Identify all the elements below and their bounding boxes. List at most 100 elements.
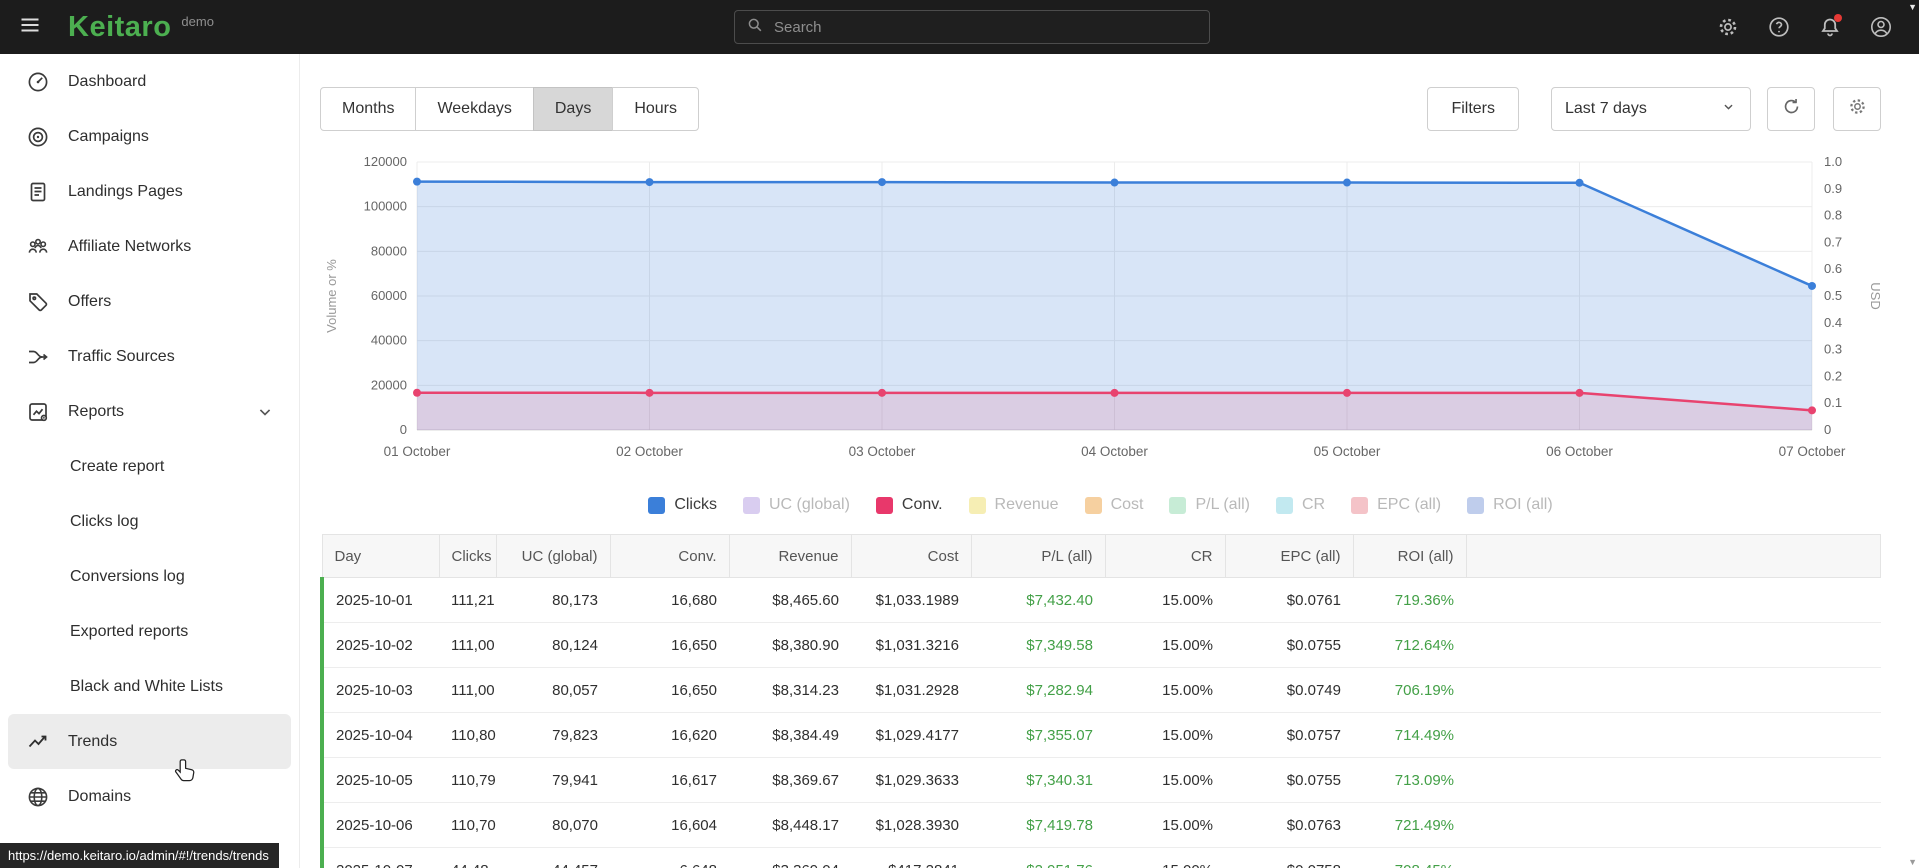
legend-item-conv[interactable]: Conv. [875,496,943,514]
sidebar-item-black-and-white-lists[interactable]: Black and White Lists [0,659,299,714]
help-icon [1767,15,1791,39]
cell-p-l-all: $7,355.07 [971,712,1105,758]
sidebar-item-label: Exported reports [70,622,189,640]
column-header-p-l-all[interactable]: P/L (all) [970,534,1106,578]
legend-item-cr[interactable]: CR [1276,496,1325,514]
cell-clicks: 110,80 [439,712,496,758]
sidebar-item-create-report[interactable]: Create report [0,439,299,494]
tab-days[interactable]: Days [532,87,614,131]
menu-toggle-button[interactable] [0,0,60,54]
cell-clicks: 44,48 [439,847,496,868]
column-header-cost[interactable]: Cost [850,534,972,578]
people-icon [26,235,50,259]
cell-clicks: 111,00 [439,622,496,668]
table-header-row: Day Clicks UC (global) Conv. Revenue Cost P/L … [321,534,1881,578]
settings-gear-button[interactable] [1716,15,1740,39]
cell-epc-all: $0.0763 [1225,802,1353,848]
cell-conv: 16,604 [610,802,729,848]
cell-cr: 15.00% [1105,757,1225,803]
svg-text:07 October: 07 October [1779,444,1846,459]
search-input[interactable] [774,18,1199,36]
sidebar: Dashboard Campaigns Landings Pages Affiliat… [0,54,300,868]
table-row: 2025-10-05 110,79 79,941 16,617 $8,369.67 $1,… [320,757,1881,803]
notification-dot [1834,14,1842,22]
chevron-down-icon [255,402,275,422]
search-icon [745,15,765,40]
cell-p-l-all: $7,349.58 [971,622,1105,668]
main-content: Months Weekdays Days Hours Filters Last 7 d… [301,54,1919,868]
cell-p-l-all: $7,282.94 [971,667,1105,713]
sidebar-item-exported-reports[interactable]: Exported reports [0,604,299,659]
status-url-tooltip: https://demo.keitaro.io/admin/#!/trends/… [0,843,279,868]
sidebar-item-label: Offers [68,292,112,310]
refresh-button[interactable] [1767,87,1815,131]
legend-item-roi-all[interactable]: ROI (all) [1467,496,1553,514]
table-row: 2025-10-06 110,70 80,070 16,604 $8,448.17 $1,… [320,802,1881,848]
column-header-roi-all[interactable]: ROI (all) [1352,534,1467,578]
cell-revenue: $3,369.04 [729,847,851,868]
svg-text:0.7: 0.7 [1824,234,1842,249]
column-header-revenue[interactable]: Revenue [728,534,852,578]
sidebar-item-domains[interactable]: Domains [0,769,299,824]
legend-item-epc-all[interactable]: EPC (all) [1351,496,1441,514]
table-row: 2025-10-02 111,00 80,124 16,650 $8,380.90 $1,… [320,622,1881,668]
sidebar-item-dashboard[interactable]: Dashboard [0,54,299,109]
legend-item-uc-global[interactable]: UC (global) [742,496,850,514]
legend-label: Revenue [994,496,1059,513]
svg-text:USD: USD [1868,282,1881,309]
legend-item-clicks[interactable]: Clicks [648,496,717,514]
sidebar-item-affiliate-networks[interactable]: Affiliate Networks [0,219,299,274]
help-button[interactable] [1767,15,1791,39]
tab-weekdays[interactable]: Weekdays [415,87,534,131]
scrollbar-down-arrow[interactable]: ▼ [1908,857,1917,867]
cell-cr: 15.00% [1105,667,1225,713]
svg-text:04 October: 04 October [1081,444,1148,459]
cell-uc-global: 79,823 [496,712,610,758]
sidebar-item-label: Clicks log [70,512,139,530]
sidebar-item-traffic-sources[interactable]: Traffic Sources [0,329,299,384]
legend-label: UC (global) [768,496,850,513]
legend-item-cost[interactable]: Cost [1084,496,1143,514]
svg-text:100000: 100000 [364,199,407,214]
cell-roi-all: 706.19% [1353,667,1466,713]
cell-revenue: $8,380.90 [729,622,851,668]
column-header-conv[interactable]: Conv. [609,534,730,578]
sidebar-item-conversions-log[interactable]: Conversions log [0,549,299,604]
view-granularity-tabs: Months Weekdays Days Hours [320,87,700,131]
sidebar-item-offers[interactable]: Offers [0,274,299,329]
date-range-value: Last 7 days [1565,100,1647,117]
sidebar-item-reports[interactable]: Reports [0,384,299,439]
cell-clicks: 110,79 [439,757,496,803]
sidebar-item-trends[interactable]: Trends [8,714,291,769]
sidebar-item-clicks-log[interactable]: Clicks log [0,494,299,549]
gauge-icon [26,70,50,94]
column-header-cr[interactable]: CR [1104,534,1226,578]
cell-day: 2025-10-07 [320,847,439,868]
cell-filler [1466,577,1881,623]
sidebar-item-campaigns[interactable]: Campaigns [0,109,299,164]
cell-roi-all: 713.09% [1353,757,1466,803]
tab-months[interactable]: Months [320,87,417,131]
scrollbar-up-arrow[interactable]: ▼ [1908,2,1917,12]
legend-item-revenue[interactable]: Revenue [968,496,1059,514]
cell-filler [1466,847,1881,868]
cell-day: 2025-10-03 [320,667,439,713]
sidebar-item-landings-pages[interactable]: Landings Pages [0,164,299,219]
legend-item-p-l-all[interactable]: P/L (all) [1169,496,1250,514]
column-header-uc-global[interactable]: UC (global) [495,534,611,578]
report-settings-button[interactable] [1833,87,1881,131]
svg-text:20000: 20000 [371,377,407,392]
sidebar-item-label: Landings Pages [68,182,183,200]
cell-cr: 15.00% [1105,802,1225,848]
column-header-clicks[interactable]: Clicks [438,534,497,578]
filters-button[interactable]: Filters [1427,87,1519,131]
date-range-select[interactable]: Last 7 days [1551,87,1751,131]
column-header-day[interactable]: Day [321,534,440,578]
tab-hours[interactable]: Hours [612,87,700,131]
notifications-button[interactable] [1818,14,1842,39]
cell-day: 2025-10-01 [320,577,439,623]
app-logo[interactable]: Keitaro demo [68,12,214,42]
account-button[interactable] [1869,15,1893,39]
cell-filler [1466,712,1881,758]
column-header-epc-all[interactable]: EPC (all) [1224,534,1354,578]
